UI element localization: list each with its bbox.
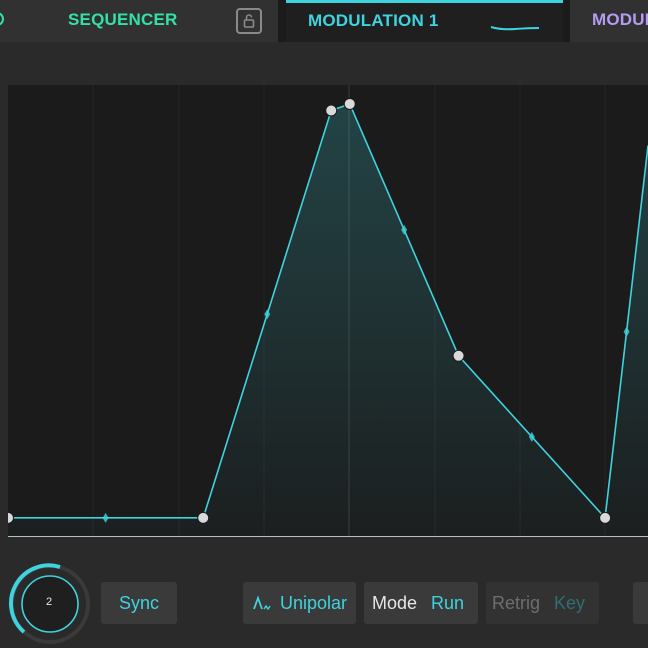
envelope-node[interactable] [599,511,612,524]
envelope-node[interactable] [452,349,465,362]
key-label: Key [554,592,586,613]
envelope-node[interactable] [325,104,338,117]
power-icon[interactable] [0,12,4,26]
envelope-node[interactable] [343,97,356,110]
tab-modulation-2[interactable]: MODUL [570,0,648,42]
tab-modulation-1-label: MODULATION 1 [308,11,439,30]
unipolar-label: Unipolar [280,592,348,613]
sync-button[interactable]: Sync [101,582,177,624]
envelope-editor[interactable] [8,85,648,537]
tab-modulation-1[interactable]: MODULATION 1 [286,0,563,42]
tab-sequencer-label: SEQUENCER [68,10,178,29]
lock-icon[interactable] [236,8,262,34]
extra-button[interactable] [633,582,648,624]
unipolar-button[interactable]: Unipolar [243,582,356,624]
envelope-node[interactable] [197,511,210,524]
mode-label: Mode [372,592,418,613]
unipolar-wave-icon [253,595,271,611]
wave-preview-icon [490,26,540,31]
envelope-graph[interactable] [8,85,648,537]
envelope-fill [8,103,648,537]
retrig-selector[interactable]: Retrig Key [486,582,599,624]
tab-modulation-2-label: MODUL [592,10,648,29]
sync-label: Sync [118,592,160,613]
retrig-label: Retrig [492,592,541,613]
tab-bar: SEQUENCER MODULATION 1 MODUL [0,0,648,42]
tab-sequencer[interactable]: SEQUENCER [0,0,278,42]
control-bar: 2 Sync Unipolar Mode Run Retrig Key [0,545,648,648]
mode-value: Run [431,592,465,613]
rate-value: 2 [45,596,53,608]
mode-selector[interactable]: Mode Run [364,582,478,624]
